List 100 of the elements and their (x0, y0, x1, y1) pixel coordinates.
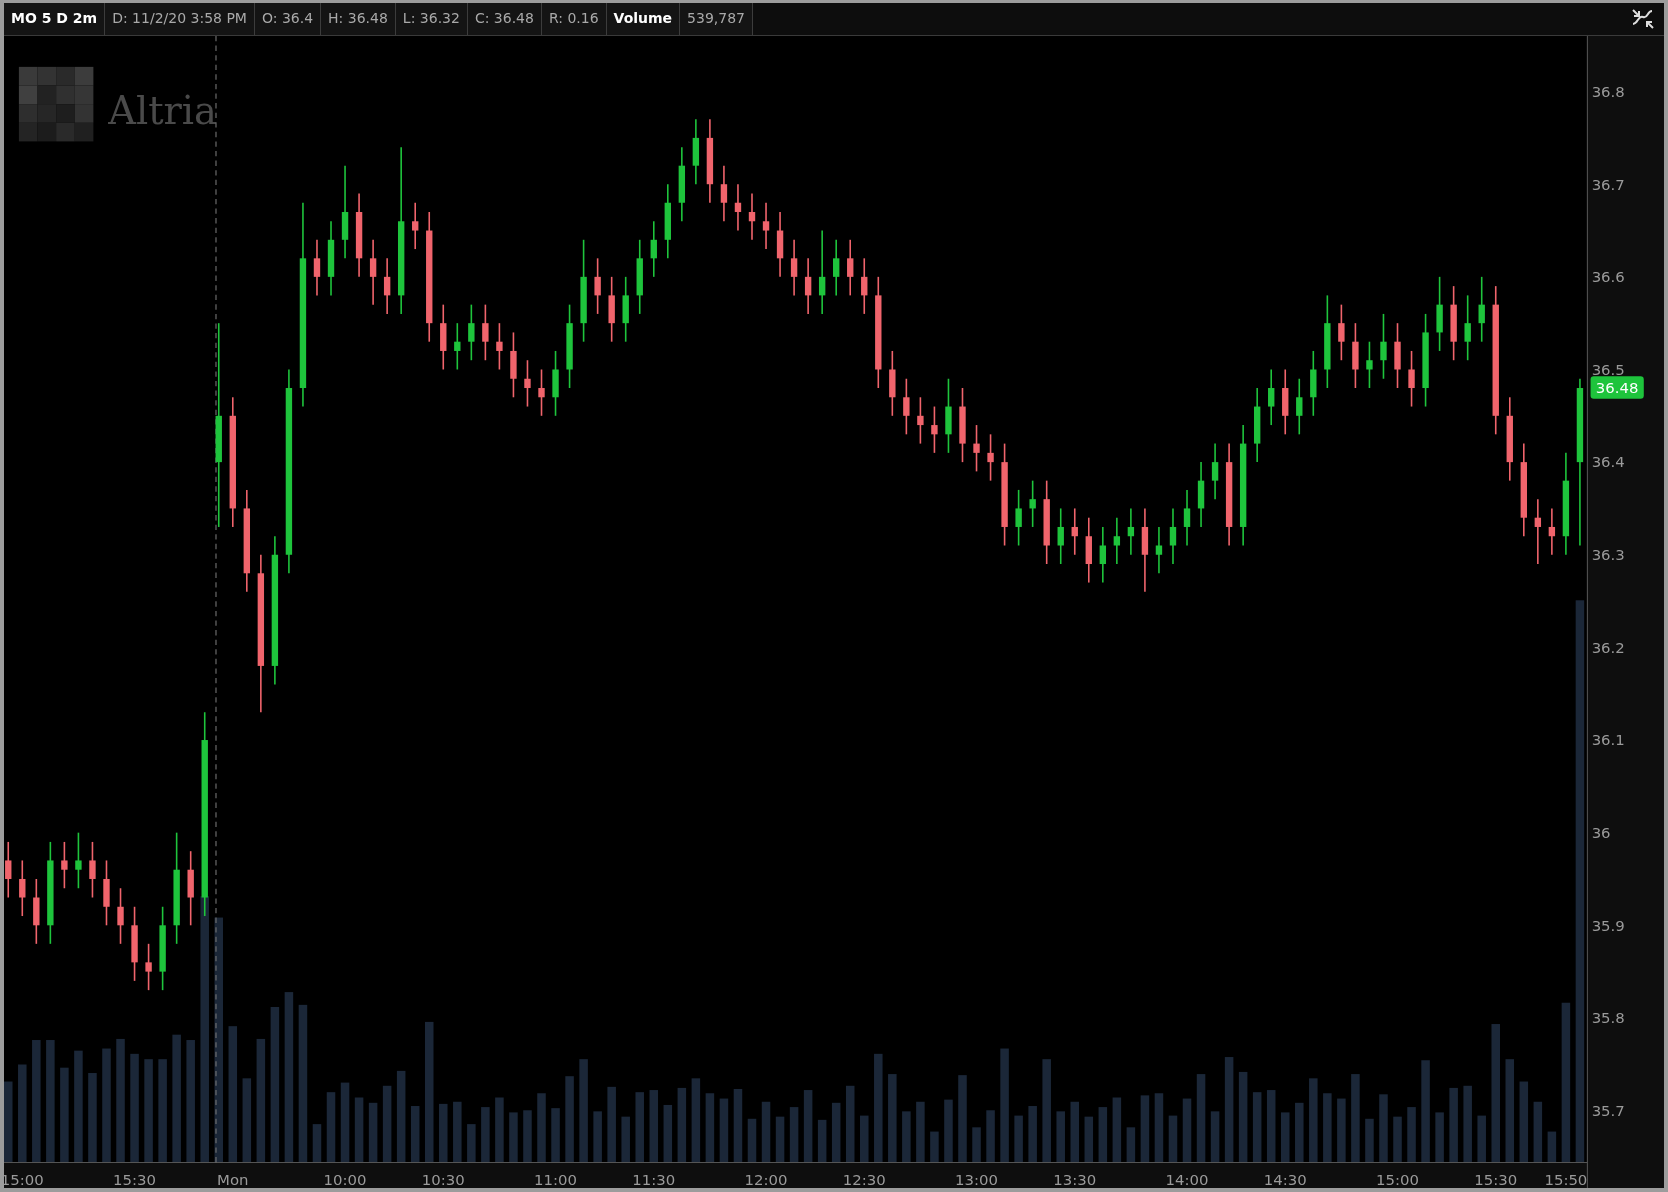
candle (524, 359, 531, 408)
volume-bar (1098, 1107, 1108, 1163)
price-label: 36.3 (1591, 546, 1625, 565)
volume-bar (312, 1124, 322, 1163)
time-label: 11:30 (632, 1170, 676, 1188)
quote-value: O: 36.4 (254, 3, 322, 35)
time-label: 13:00 (955, 1170, 998, 1188)
volume-bar (1182, 1098, 1192, 1163)
candle (538, 368, 545, 417)
candle (496, 322, 503, 371)
quote-value: 539,787 (680, 3, 753, 35)
candle (903, 377, 910, 436)
volume-bar (1154, 1093, 1164, 1163)
candle (1394, 322, 1401, 389)
candle (833, 239, 840, 297)
price-label: 35.9 (1591, 916, 1625, 935)
quote-value: H: 36.48 (321, 3, 396, 35)
time-label: 15:30 (113, 1170, 156, 1188)
candle (440, 303, 447, 371)
volume-bar (1393, 1116, 1402, 1163)
quote-value: L: 36.32 (395, 3, 468, 35)
volume-bar (775, 1116, 785, 1163)
candle (622, 276, 629, 343)
volume-bar (1014, 1115, 1023, 1163)
volume-bar (1084, 1116, 1094, 1163)
volume-bar (1252, 1092, 1262, 1163)
candle (1197, 461, 1205, 528)
volume-bar (368, 1102, 378, 1163)
candle (987, 433, 994, 482)
candle (103, 859, 110, 927)
candle (692, 118, 700, 185)
price-label: 35.7 (1591, 1101, 1625, 1120)
volume-bar (1477, 1115, 1486, 1163)
candle (1155, 526, 1163, 575)
price-label: 36.8 (1591, 82, 1625, 101)
candle (594, 257, 601, 315)
time-label: Mon (217, 1170, 249, 1188)
price-label: 36.7 (1591, 175, 1625, 194)
volume-bar (972, 1127, 981, 1163)
volume-bar (523, 1110, 532, 1163)
candle (973, 424, 980, 473)
candle (889, 350, 896, 417)
candle (1029, 479, 1036, 528)
volume-bar (930, 1131, 939, 1163)
volume-bar (1056, 1111, 1065, 1163)
arrows-icon[interactable] (1630, 7, 1656, 31)
price-label: 36.5 (1591, 360, 1625, 379)
volume-bar (916, 1101, 925, 1163)
candle (1015, 489, 1022, 547)
candle (117, 887, 124, 945)
volume-bar (1435, 1112, 1444, 1163)
candle (1268, 368, 1275, 426)
candle (369, 239, 377, 306)
price-label: 35.8 (1591, 1009, 1625, 1028)
time-label: 15:50 (1544, 1170, 1588, 1188)
logo-text: Altria (108, 88, 217, 134)
quote-value: D: 11/2/20 3:58 PM (105, 3, 255, 35)
candle (1478, 276, 1485, 343)
volume-bar (831, 1102, 841, 1163)
time-label: 11:00 (534, 1170, 577, 1188)
last-price-badge: 36.48 (1590, 376, 1644, 399)
volume-bar (747, 1118, 757, 1163)
candle (1352, 322, 1359, 389)
candle (1085, 516, 1092, 584)
candle (75, 831, 82, 890)
candle (1057, 507, 1064, 565)
candle (1310, 350, 1317, 417)
volume-bar (537, 1093, 546, 1163)
candle (1169, 507, 1177, 565)
candle (847, 239, 854, 297)
volume-bar (1407, 1107, 1416, 1163)
volume-bar (1533, 1101, 1543, 1163)
price-label: 36.2 (1591, 638, 1625, 657)
volume-bar (1365, 1118, 1374, 1163)
candle (1127, 507, 1135, 556)
volume-bar (860, 1115, 869, 1163)
time-label: 13:30 (1053, 1170, 1097, 1188)
time-label: 10:30 (421, 1170, 465, 1188)
price-label: 36 (1591, 824, 1611, 842)
volume-bar (902, 1111, 911, 1163)
volume-bar (986, 1110, 995, 1163)
volume-bar (410, 1106, 420, 1163)
candle (762, 201, 770, 250)
candle (145, 943, 152, 991)
candle (89, 841, 96, 899)
quote-value: C: 36.48 (467, 3, 542, 35)
time-label: 12:30 (842, 1170, 886, 1188)
candle (608, 276, 615, 343)
time-label: 14:30 (1263, 1170, 1307, 1188)
study-label: Volume (606, 3, 681, 35)
candle (804, 257, 812, 315)
candle (1113, 516, 1121, 565)
volume-bar (1379, 1094, 1388, 1163)
volume-bar (789, 1107, 799, 1163)
volume-bar (1168, 1115, 1178, 1163)
volume-bar (326, 1092, 336, 1163)
volume-bar (509, 1112, 518, 1163)
volume-bar (453, 1101, 462, 1163)
volume-bar (761, 1101, 771, 1163)
price-label: 36.1 (1591, 731, 1625, 750)
